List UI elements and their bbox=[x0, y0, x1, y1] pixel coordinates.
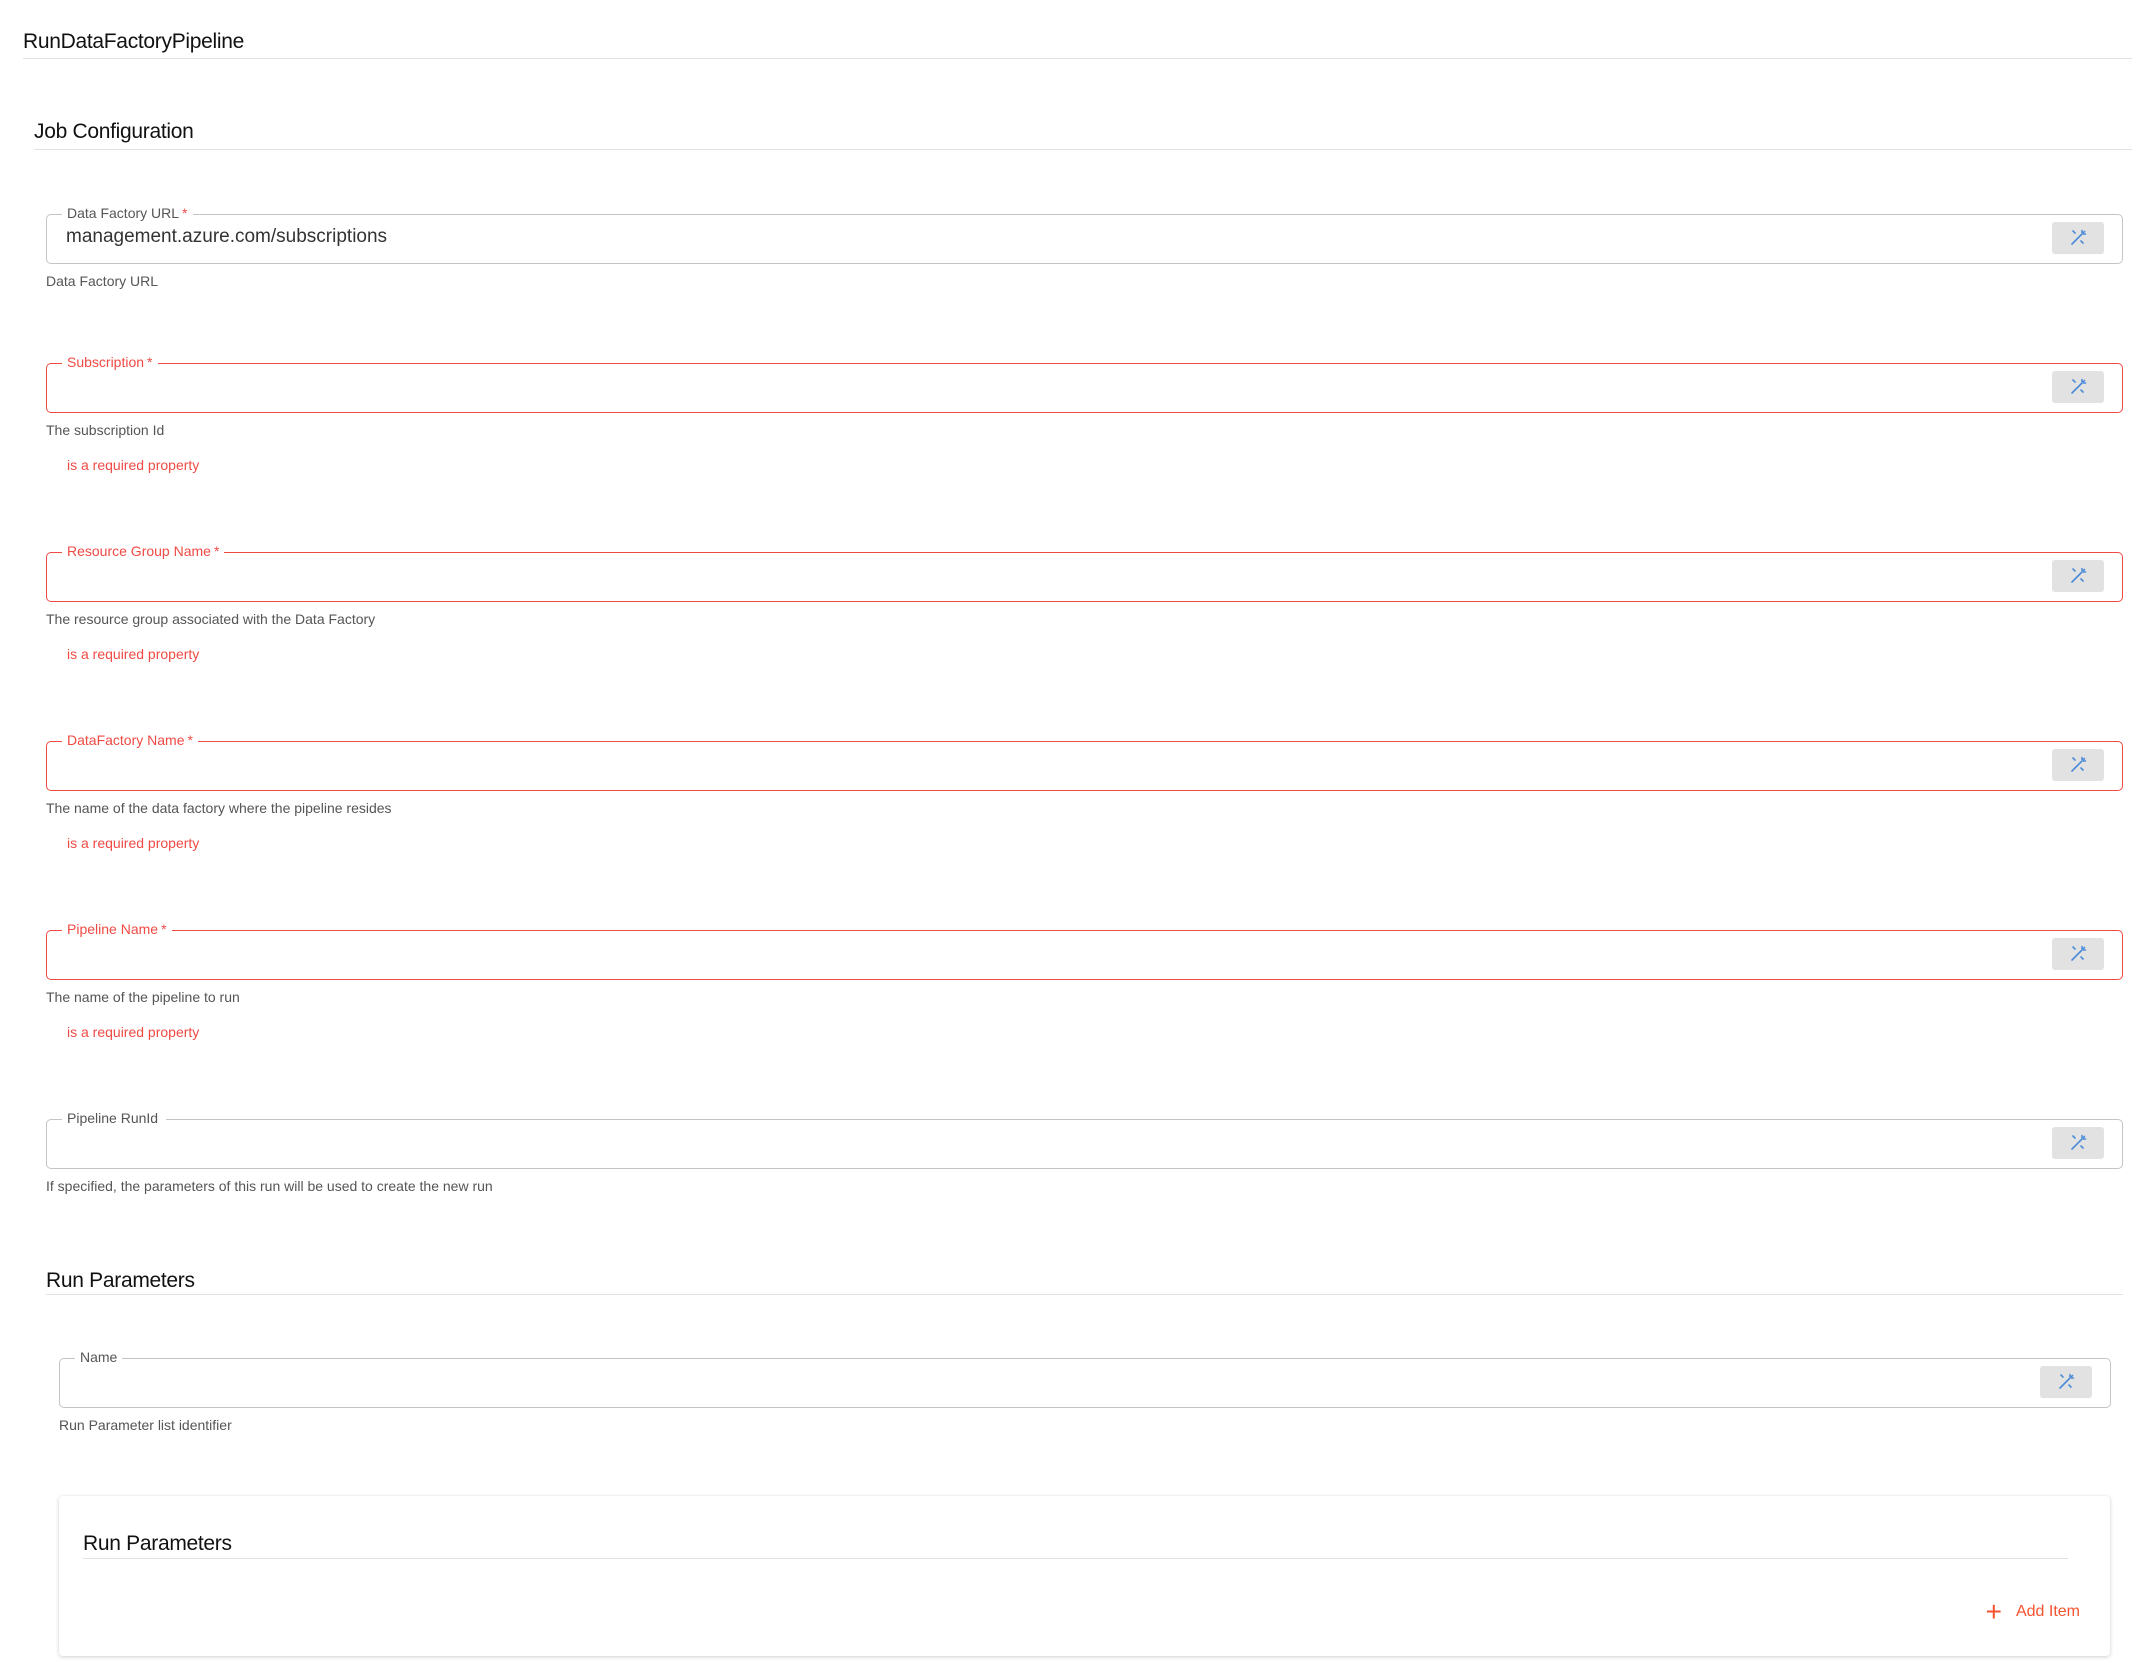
field-label: Pipeline Name bbox=[67, 921, 159, 937]
field-label: Subscription bbox=[67, 354, 145, 370]
plus-icon: + bbox=[1985, 1596, 2002, 1627]
magic-wand-button[interactable] bbox=[2040, 1366, 2092, 1398]
add-item-button[interactable]: + Add Item bbox=[1985, 1596, 2080, 1627]
section-title-job-configuration: Job Configuration bbox=[34, 120, 194, 143]
magic-wand-icon bbox=[2071, 378, 2087, 394]
field-help-text: The subscription Id bbox=[46, 422, 165, 438]
section-divider bbox=[46, 1294, 2123, 1295]
page-title: RunDataFactoryPipeline bbox=[23, 30, 245, 53]
magic-wand-button[interactable] bbox=[2052, 222, 2104, 254]
magic-wand-icon bbox=[2059, 1373, 2075, 1389]
card-divider bbox=[83, 1558, 2068, 1559]
required-asterisk: * bbox=[213, 543, 220, 559]
magic-wand-button[interactable] bbox=[2052, 371, 2104, 403]
field-label: Name bbox=[80, 1349, 118, 1365]
magic-wand-icon bbox=[2071, 945, 2087, 961]
required-asterisk: * bbox=[147, 354, 153, 370]
field-help-text: Run Parameter list identifier bbox=[59, 1417, 232, 1433]
field-value: management.azure.com/subscriptions bbox=[66, 226, 388, 247]
magic-wand-button[interactable] bbox=[2052, 1127, 2104, 1159]
magic-wand-icon bbox=[2071, 756, 2087, 772]
required-asterisk: * bbox=[161, 921, 167, 937]
magic-wand-button[interactable] bbox=[2052, 749, 2104, 781]
magic-wand-button[interactable] bbox=[2052, 938, 2104, 970]
field-error-message: is a required property bbox=[67, 835, 200, 851]
resource-group-name-input[interactable] bbox=[46, 552, 2123, 602]
subscription-input[interactable] bbox=[46, 363, 2123, 413]
field-label: Data Factory URL bbox=[67, 205, 180, 221]
magic-wand-button[interactable] bbox=[2052, 560, 2104, 592]
required-asterisk: * bbox=[187, 732, 193, 748]
section-divider bbox=[34, 149, 2132, 150]
required-asterisk: * bbox=[182, 205, 188, 221]
magic-wand-icon bbox=[2071, 567, 2087, 583]
title-divider bbox=[23, 58, 2132, 59]
field-help-text: The name of the data factory where the p… bbox=[46, 800, 392, 816]
field-label: Pipeline RunId bbox=[67, 1110, 159, 1126]
field-help-text: The resource group associated with the D… bbox=[46, 611, 376, 627]
add-item-label: Add Item bbox=[2015, 1603, 2080, 1620]
field-error-message: is a required property bbox=[67, 457, 200, 473]
pipeline-runid-input[interactable] bbox=[46, 1119, 2123, 1169]
datafactory-name-input[interactable] bbox=[46, 741, 2123, 791]
pipeline-name-input[interactable] bbox=[46, 930, 2123, 980]
field-label: Resource Group Name bbox=[67, 543, 211, 559]
field-error-message: is a required property bbox=[67, 646, 200, 662]
section-title-run-parameters: Run Parameters bbox=[46, 1269, 195, 1292]
magic-wand-icon bbox=[2071, 1134, 2087, 1150]
field-label: DataFactory Name bbox=[67, 732, 185, 748]
field-help-text: Data Factory URL bbox=[46, 273, 159, 289]
card-title: Run Parameters bbox=[83, 1532, 232, 1555]
run-parameters-name-input[interactable] bbox=[59, 1358, 2111, 1408]
run-parameters-list-card: Run Parameters + Add Item bbox=[59, 1496, 2110, 1656]
magic-wand-icon bbox=[2071, 229, 2087, 245]
field-error-message: is a required property bbox=[67, 1024, 200, 1040]
field-help-text: The name of the pipeline to run bbox=[46, 989, 240, 1005]
field-help-text: If specified, the parameters of this run… bbox=[46, 1178, 493, 1194]
